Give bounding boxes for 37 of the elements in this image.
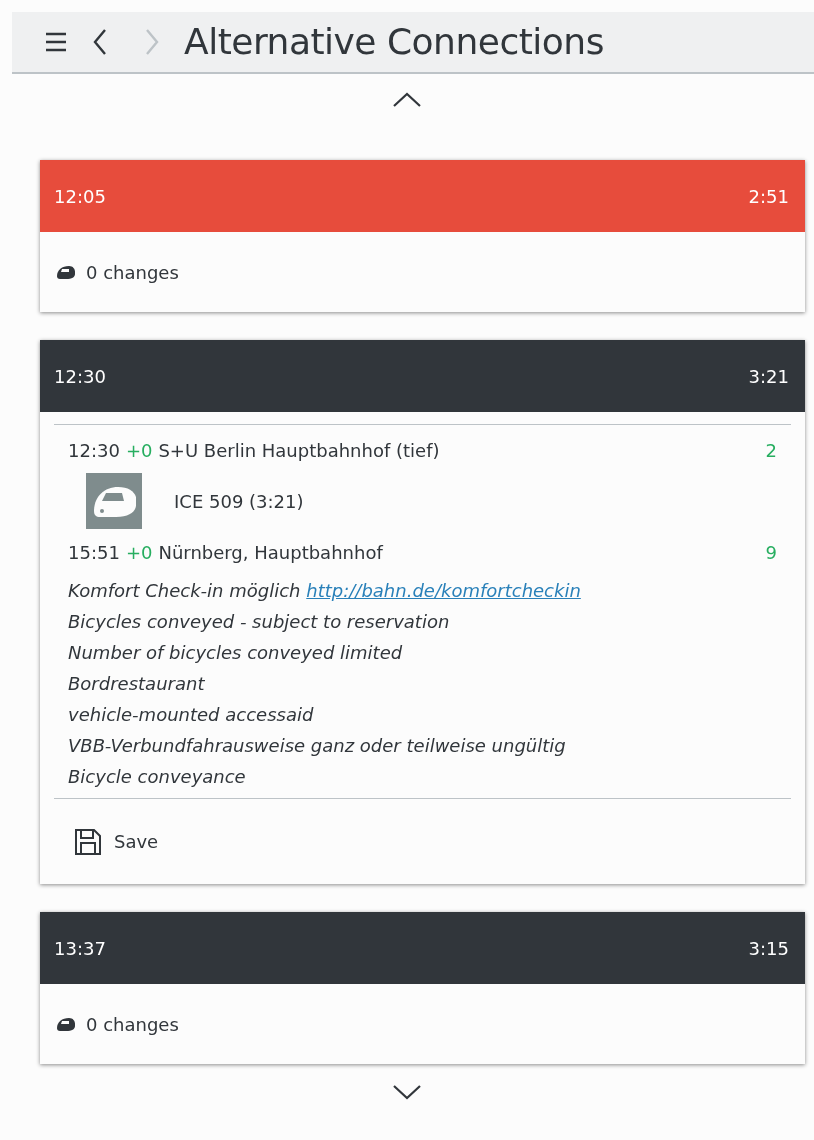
train-icon [54, 1015, 78, 1033]
stop-time: 12:30 [68, 438, 120, 463]
changes-count: 0 changes [86, 260, 179, 285]
note-text: vehicle-mounted accessaid [68, 703, 315, 727]
scroll-down-icon[interactable] [392, 1084, 422, 1100]
stop-time: 15:51 [68, 540, 120, 565]
delay: +0 [125, 540, 153, 565]
duration: 3:21 [748, 364, 789, 389]
link[interactable]: http://bahn.de/komfortcheckin [306, 580, 581, 601]
stop-name: Nürnberg, Hauptbahnhof [158, 540, 383, 565]
duration: 2:51 [748, 184, 789, 209]
platform: 2 [765, 438, 777, 463]
note-text: Bordrestaurant [68, 672, 206, 696]
connection-card[interactable]: 13:37 3:15 0 changes [40, 912, 805, 1064]
platform: 9 [765, 540, 777, 565]
note-text: Number of bicycles conveyed limited [68, 641, 404, 665]
changes-count: 0 changes [86, 1012, 179, 1037]
note-text: Bicycle conveyance [68, 765, 247, 789]
connection-card[interactable] [40, 340, 805, 884]
train-icon [54, 263, 78, 281]
duration: 3:15 [748, 936, 789, 961]
note-text: Bicycles conveyed - subject to reservation [68, 610, 451, 634]
stop-name: S+U Berlin Hauptbahnhof (tief) [158, 438, 440, 463]
menu-icon [44, 31, 68, 53]
train-icon [86, 473, 142, 529]
train-line: ICE 509 (3:21) [174, 489, 304, 514]
departure-time: 12:05 [54, 184, 106, 209]
save-button[interactable]: Save [70, 823, 163, 860]
note-text: Komfort Check-in möglich http://bahn.de/komfortcheckin [68, 579, 582, 603]
save-icon [74, 827, 102, 856]
scroll-up-icon[interactable] [392, 92, 422, 108]
note-text: VBB-Verbundfahrausweise ganz oder teilweise ungültig [68, 734, 567, 758]
page-title: Alternative Connections [184, 20, 604, 64]
delay: +0 [125, 438, 153, 463]
departure-time: 12:30 [54, 364, 106, 389]
departure-time: 13:37 [54, 936, 106, 961]
connection-card[interactable]: 12:05 2:51 0 changes [40, 160, 805, 312]
